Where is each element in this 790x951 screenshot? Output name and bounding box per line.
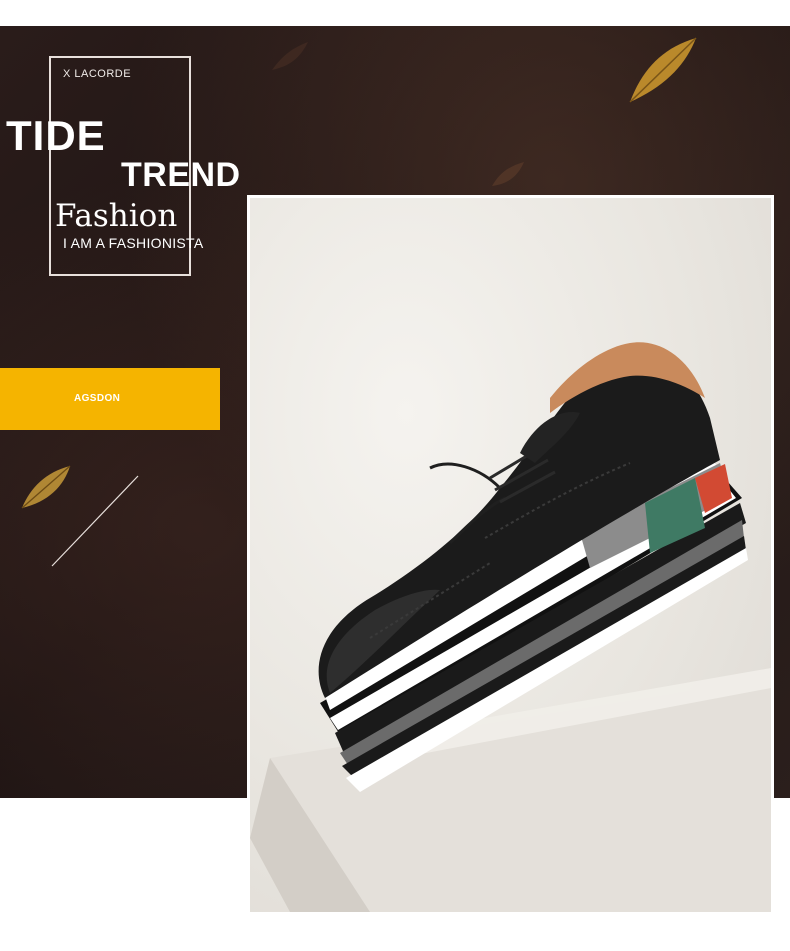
product-photo [247,195,774,915]
brand-label: X LACORDE [63,68,132,80]
headline-tide: TIDE [6,112,106,159]
diagonal-line-icon [51,475,139,567]
leaf-icon [272,42,308,70]
leaf-icon [492,162,524,186]
leaf-icon [629,37,697,103]
shoe-illustration [250,342,771,912]
brand-badge-label: AGSDON [74,393,121,404]
product-banner-page: X LACORDE TIDE TREND Fashion I AM A FASH… [0,0,790,951]
script-heading: Fashion [55,198,178,234]
headline-trend: TREND [121,156,241,194]
tagline: I AM A FASHIONISTA [63,235,204,251]
